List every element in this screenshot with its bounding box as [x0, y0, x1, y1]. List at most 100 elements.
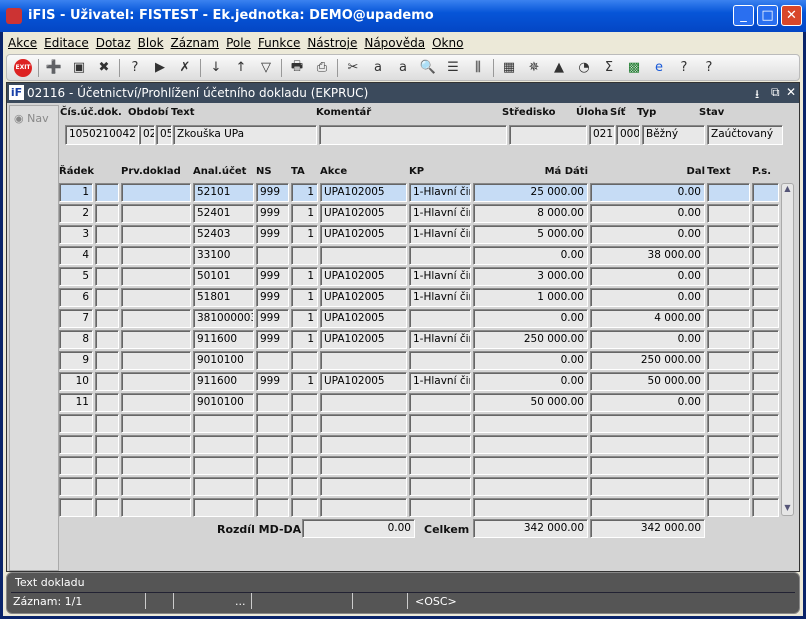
grid-cell[interactable] [707, 309, 750, 328]
grid-cell[interactable]: 50 000.00 [473, 393, 588, 412]
grid-cell[interactable] [121, 288, 191, 307]
grid-cell[interactable]: 0.00 [590, 288, 705, 307]
grid-cell-empty[interactable] [256, 414, 289, 433]
grid-cell[interactable] [320, 393, 407, 412]
grid-cell[interactable] [95, 246, 119, 265]
grid-cell[interactable]: 52401 [193, 204, 254, 223]
query-icon[interactable]: ? [125, 58, 145, 78]
grid-cell-empty[interactable] [256, 456, 289, 475]
grid-cell[interactable] [95, 183, 119, 202]
grid-cell-empty[interactable] [409, 435, 471, 454]
grid-cell[interactable] [256, 351, 289, 370]
grid-cell[interactable] [752, 330, 779, 349]
wheel-icon[interactable]: ✵ [524, 58, 544, 78]
grid-cell[interactable]: 4 000.00 [590, 309, 705, 328]
grid-cell[interactable] [707, 246, 750, 265]
grid-cell[interactable]: 7 [59, 309, 93, 328]
grid-cell[interactable]: UPA102005 [320, 225, 407, 244]
grid-cell[interactable] [707, 183, 750, 202]
grid-cell[interactable] [95, 351, 119, 370]
grid-cell-empty[interactable] [193, 477, 254, 496]
grid-cell[interactable]: 250 000.00 [473, 330, 588, 349]
grid-cell-empty[interactable] [473, 435, 588, 454]
grid-cell[interactable] [409, 309, 471, 328]
menu-7[interactable]: Nástroje [307, 36, 357, 50]
grid-cell-empty[interactable] [473, 498, 588, 517]
sum-icon[interactable]: Σ [599, 58, 619, 78]
grid-cell[interactable]: 0.00 [590, 204, 705, 223]
grid-cell[interactable]: 5 000.00 [473, 225, 588, 244]
grid-cell[interactable] [291, 351, 318, 370]
grid-cell-empty[interactable] [291, 456, 318, 475]
grid-cell-empty[interactable] [193, 498, 254, 517]
grid-cell[interactable]: 0.00 [590, 183, 705, 202]
execute-query-icon[interactable]: ▶ [150, 58, 170, 78]
close-button[interactable]: ✕ [781, 5, 802, 26]
field-sit[interactable]: 000 [616, 125, 640, 145]
grid-cell[interactable] [707, 351, 750, 370]
grid-cell[interactable]: 3 [59, 225, 93, 244]
grid-cell-empty[interactable] [320, 498, 407, 517]
grid-cell-empty[interactable] [409, 477, 471, 496]
browser-icon[interactable]: e [649, 58, 669, 78]
grid-cell-empty[interactable] [121, 477, 191, 496]
grid-cell[interactable] [121, 372, 191, 391]
grid-cell[interactable] [121, 309, 191, 328]
grid-cell[interactable]: 250 000.00 [590, 351, 705, 370]
grid-cell[interactable]: 0.00 [590, 267, 705, 286]
grid-cell[interactable] [752, 393, 779, 412]
grid-cell-empty[interactable] [752, 414, 779, 433]
grid-cell[interactable]: 50101 [193, 267, 254, 286]
grid-cell-empty[interactable] [473, 477, 588, 496]
grid-cell-empty[interactable] [256, 477, 289, 496]
grid-cell-empty[interactable] [59, 477, 93, 496]
field-text[interactable]: Zkouška UPa [173, 125, 317, 145]
grid-cell[interactable]: 2 [59, 204, 93, 223]
grid-cell[interactable]: 1-Hlavní čin [409, 288, 471, 307]
grid-cell[interactable] [409, 393, 471, 412]
grid-cell[interactable] [409, 351, 471, 370]
menu-1[interactable]: Editace [44, 36, 89, 50]
grid-cell[interactable]: 999 [256, 330, 289, 349]
grid-cell[interactable]: 1 [291, 225, 318, 244]
grid-cell[interactable]: UPA102005 [320, 204, 407, 223]
grid-cell[interactable] [752, 288, 779, 307]
grid-cell[interactable]: 50 000.00 [590, 372, 705, 391]
grid-cell[interactable]: 911600 [193, 372, 254, 391]
list-icon[interactable]: ☰ [443, 58, 463, 78]
grid-cell[interactable] [95, 288, 119, 307]
grid-cell[interactable] [121, 267, 191, 286]
grid-cell-empty[interactable] [707, 498, 750, 517]
paste-icon[interactable]: a [393, 58, 413, 78]
grid-cell[interactable] [95, 330, 119, 349]
grid-cell[interactable] [95, 372, 119, 391]
grid-cell[interactable] [409, 246, 471, 265]
grid-cell-empty[interactable] [256, 498, 289, 517]
grid-cell[interactable]: 33100 [193, 246, 254, 265]
grid-cell[interactable]: UPA102005 [320, 372, 407, 391]
grid-cell[interactable] [707, 288, 750, 307]
menu-5[interactable]: Pole [226, 36, 251, 50]
grid-cell[interactable]: 1 [291, 288, 318, 307]
grid-cell[interactable]: 4 [59, 246, 93, 265]
grid-cell[interactable] [707, 330, 750, 349]
grid-cell-empty[interactable] [590, 435, 705, 454]
triangle-icon[interactable]: ▲ [549, 58, 569, 78]
print-setup-icon[interactable]: ⎙ [312, 58, 332, 78]
grid-cell[interactable]: 1-Hlavní čin [409, 330, 471, 349]
grid-cell-empty[interactable] [95, 477, 119, 496]
grid-cell-empty[interactable] [95, 456, 119, 475]
field-komentar[interactable] [319, 125, 507, 145]
grid-cell[interactable] [121, 225, 191, 244]
context-help-icon[interactable]: ? [699, 58, 719, 78]
grid-cell[interactable]: 3 000.00 [473, 267, 588, 286]
grid-cell-empty[interactable] [473, 414, 588, 433]
grid-cell[interactable] [95, 225, 119, 244]
grid-cell[interactable]: 0.00 [473, 309, 588, 328]
grid-cell-empty[interactable] [320, 414, 407, 433]
grid-cell-empty[interactable] [752, 477, 779, 496]
grid-cell[interactable] [95, 309, 119, 328]
grid-cell[interactable]: UPA102005 [320, 267, 407, 286]
grid-cell-empty[interactable] [291, 414, 318, 433]
grid-cell-empty[interactable] [193, 456, 254, 475]
